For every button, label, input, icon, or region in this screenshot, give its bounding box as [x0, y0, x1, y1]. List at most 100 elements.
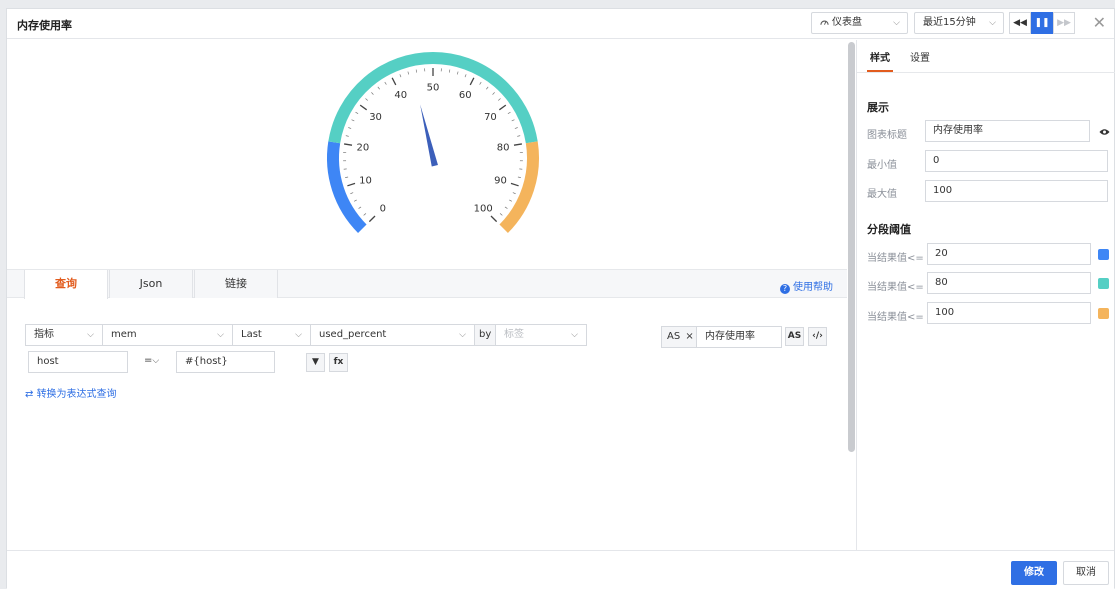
gauge-major-tick [369, 216, 375, 222]
gauge-major-tick [347, 183, 355, 185]
time-range-select[interactable]: 最近15分钟 ⌵ [914, 12, 1004, 34]
settings-panel: 样式 设置 展示 图表标题 内存使用率 最小值 0 最大值 100 分段阈值 当… [857, 40, 1115, 549]
gauge-minor-tick [356, 112, 359, 114]
panel-editor-dialog: 内存使用率 仪表盘 ⌵ 最近15分钟 ⌵ ◀◀ ❚❚ ▶▶ ✕ 01020304… [6, 8, 1115, 588]
max-input[interactable]: 100 [925, 180, 1108, 202]
pause-button[interactable]: ❚❚ [1031, 12, 1053, 34]
as-button[interactable]: AS [785, 327, 804, 346]
threshold-input[interactable]: 80 [927, 272, 1091, 294]
gauge-minor-tick [498, 98, 500, 100]
gauge-minor-tick [359, 207, 361, 209]
convert-expression-link[interactable]: ⇄ 转换为表达式查询 [25, 385, 117, 400]
help-icon: ? [780, 284, 790, 294]
gauge-chart: 0102030405060708090100 [307, 40, 547, 265]
gauge-minor-tick [518, 177, 521, 178]
measurement-select[interactable]: mem ⌵ [102, 324, 233, 346]
gauge-minor-tick [509, 200, 512, 201]
dialog-title: 内存使用率 [17, 17, 72, 33]
gauge-minor-tick [465, 74, 466, 77]
field-select[interactable]: used_percent ⌵ [310, 324, 475, 346]
threshold-color-swatch[interactable] [1098, 308, 1109, 319]
gauge-tick-label: 40 [394, 90, 407, 101]
filter-icon[interactable]: ▼ [306, 353, 325, 372]
tab-query[interactable]: 查询 [24, 270, 108, 299]
tab-link[interactable]: 链接 [194, 270, 278, 298]
gauge-minor-tick [350, 193, 353, 194]
chevron-down-icon: ⌵ [87, 325, 94, 345]
tab-settings[interactable]: 设置 [910, 49, 930, 64]
min-label: 最小值 [867, 156, 897, 171]
function-select[interactable]: Last ⌵ [232, 324, 311, 346]
gauge-minor-tick [512, 120, 515, 121]
threshold-section-title: 分段阈值 [867, 221, 911, 237]
gauge-minor-tick [346, 136, 349, 137]
gauge-minor-tick [385, 82, 387, 85]
gauge-major-tick [470, 78, 474, 85]
display-section-title: 展示 [867, 99, 889, 115]
filter-operator-select[interactable]: =⌵ [138, 351, 168, 373]
chevron-down-icon: ⌵ [989, 13, 996, 33]
tag-placeholder: 标签 [504, 329, 524, 340]
as-tag-label: AS [667, 331, 680, 342]
function-icon[interactable]: fx [329, 353, 348, 372]
threshold-label: 当结果值<= [867, 278, 924, 293]
fast-forward-button[interactable]: ▶▶ [1053, 12, 1075, 34]
gauge-minor-tick [345, 177, 348, 178]
gauge-needle [420, 105, 438, 167]
min-input[interactable]: 0 [925, 150, 1108, 172]
chart-type-select[interactable]: 仪表盘 ⌵ [811, 12, 908, 34]
editor-main: 0102030405060708090100 查询 Json 链接 ?使用帮助 … [7, 40, 847, 549]
cancel-button[interactable]: 取消 [1063, 561, 1109, 585]
chevron-down-icon: ⌵ [152, 356, 159, 366]
tag-select[interactable]: 标签 ⌵ [495, 324, 587, 346]
by-label: by [474, 324, 496, 346]
alias-input[interactable]: 内存使用率 [696, 326, 782, 348]
gauge-minor-tick [486, 87, 488, 89]
chart-title-input[interactable]: 内存使用率 [925, 120, 1090, 142]
chevron-down-icon: ⌵ [893, 13, 900, 33]
tab-style[interactable]: 样式 [870, 49, 890, 64]
chart-type-label: 仪表盘 [832, 17, 862, 28]
help-label: 使用帮助 [793, 282, 833, 293]
query-type-select[interactable]: 指标 ⌵ [25, 324, 103, 346]
scrollbar[interactable] [848, 42, 855, 452]
tab-json[interactable]: Json [109, 270, 193, 298]
threshold-input[interactable]: 100 [927, 302, 1091, 324]
convert-expression-label: 转换为表达式查询 [37, 389, 117, 400]
threshold-input[interactable]: 20 [927, 243, 1091, 265]
gauge-major-tick [491, 216, 497, 222]
gauge-tick-label: 10 [359, 175, 372, 186]
max-label: 最大值 [867, 185, 897, 200]
gauge-minor-tick [508, 112, 511, 114]
fast-forward-icon: ▶▶ [1057, 18, 1071, 28]
code-icon[interactable]: ‹/› [808, 327, 827, 346]
filter-key-input[interactable]: host [28, 351, 128, 373]
chart-title-label: 图表标题 [867, 126, 907, 141]
divider [857, 72, 1115, 73]
gauge-minor-tick [408, 72, 409, 75]
gauge-tick-label: 80 [497, 142, 510, 153]
pause-icon: ❚❚ [1034, 18, 1049, 28]
threshold-color-swatch[interactable] [1098, 278, 1109, 289]
gauge-minor-tick [378, 87, 380, 89]
function-value: Last [241, 329, 262, 340]
gauge-major-tick [514, 144, 522, 145]
gauge-minor-tick [354, 200, 357, 201]
eye-icon[interactable] [1099, 128, 1110, 136]
filter-value-input[interactable]: #{host} [176, 351, 275, 373]
threshold-color-swatch[interactable] [1098, 249, 1109, 260]
gauge-tick-label: 70 [484, 112, 497, 123]
gauge-tick-label: 0 [380, 204, 386, 215]
rewind-button[interactable]: ◀◀ [1009, 12, 1031, 34]
gauge-minor-tick [505, 207, 507, 209]
gauge-minor-tick [515, 128, 518, 129]
threshold-label: 当结果值<= [867, 308, 924, 323]
gauge-minor-tick [416, 70, 417, 73]
help-link[interactable]: ?使用帮助 [780, 278, 833, 294]
gauge-major-tick [392, 78, 396, 85]
close-icon[interactable]: × [685, 331, 693, 342]
field-value: used_percent [319, 329, 386, 340]
submit-button[interactable]: 修改 [1011, 561, 1057, 585]
close-icon[interactable]: ✕ [1093, 13, 1106, 33]
gauge-minor-tick [493, 92, 495, 94]
